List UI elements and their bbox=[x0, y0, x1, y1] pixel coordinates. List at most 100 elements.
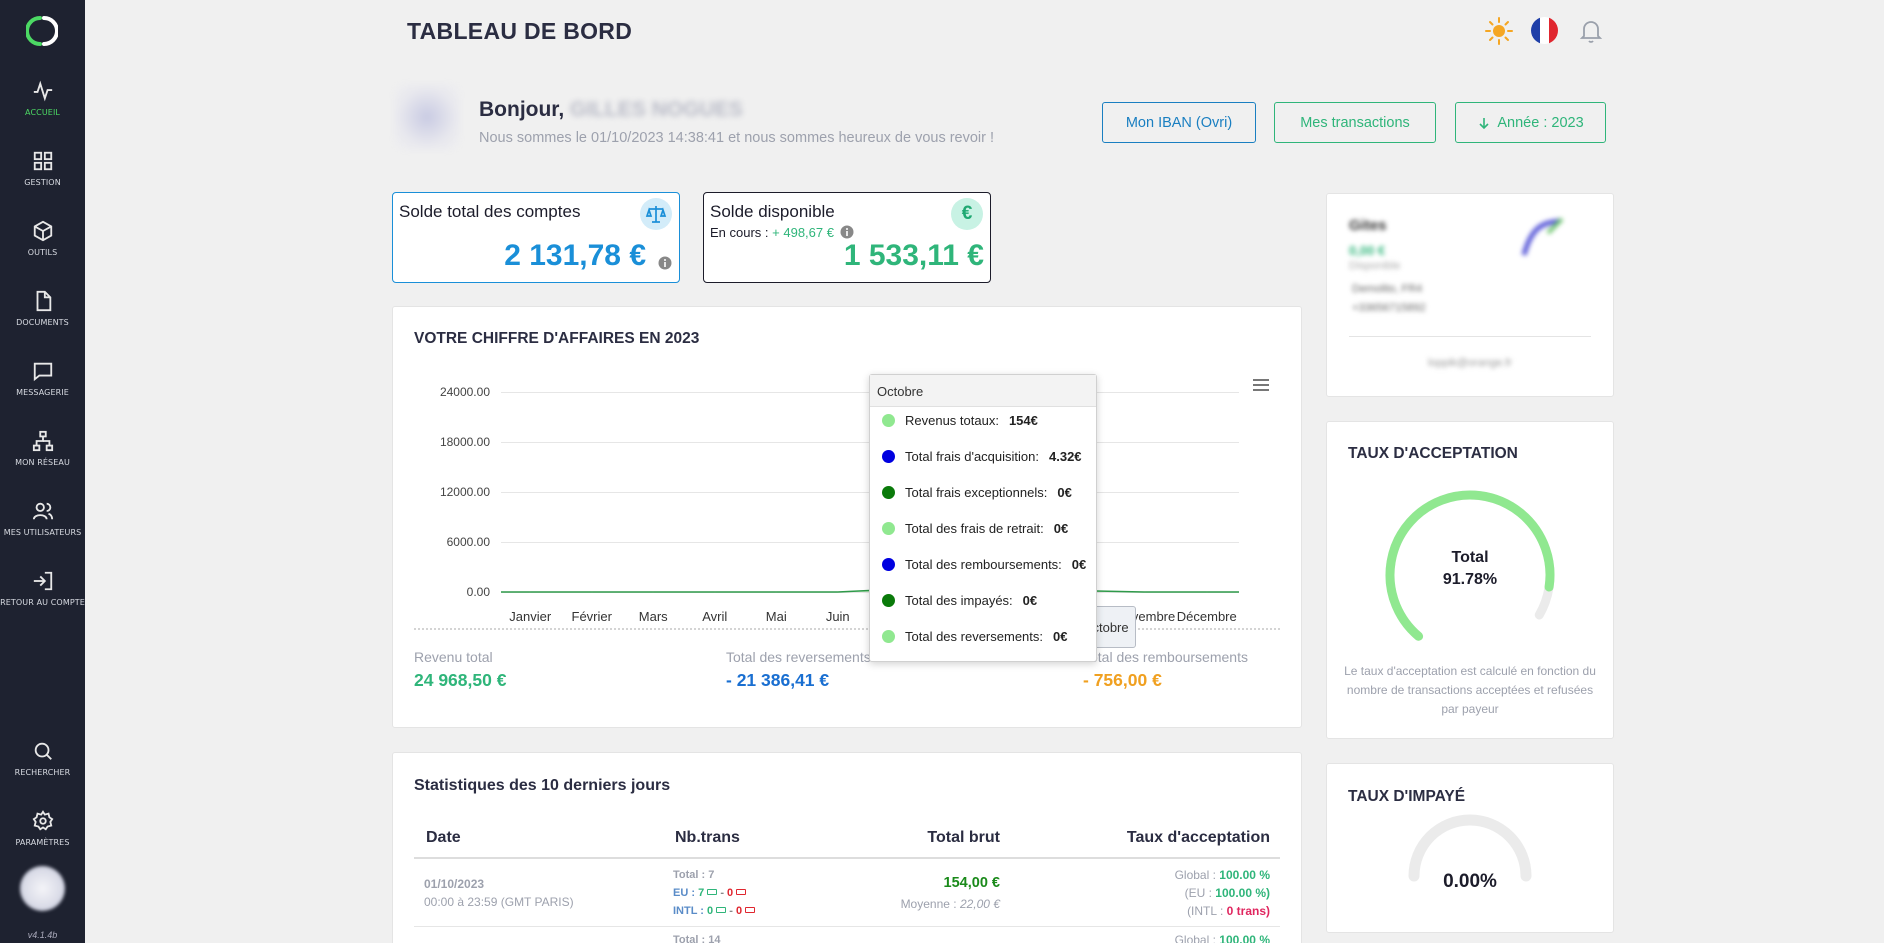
intl-ok: 0 bbox=[707, 905, 714, 917]
sidebar-item-label: ACCUEIL bbox=[25, 108, 60, 117]
available-balance-title: Solde disponible bbox=[710, 202, 835, 221]
transactions-button-label: Mes transactions bbox=[1300, 114, 1410, 131]
sidebar-item-messagerie[interactable]: MESSAGERIE bbox=[0, 360, 85, 397]
sidebar-item-label: RETOUR AU COMPTE bbox=[0, 598, 85, 607]
sidebar-item-gestion[interactable]: GESTION bbox=[0, 150, 85, 187]
y-tick-label: 0.00 bbox=[466, 585, 490, 599]
transactions-button[interactable]: Mes transactions bbox=[1274, 102, 1436, 143]
tooltip-row: Total des frais de retrait: 0€ bbox=[882, 521, 1068, 536]
sidebar-item-mon-reseau[interactable]: MON RÉSEAU bbox=[0, 430, 85, 467]
tooltip-label: Total frais d'acquisition: bbox=[905, 449, 1039, 464]
sidebar-item-accueil[interactable]: ACCUEIL bbox=[0, 80, 85, 117]
merchant-email: loppik@orange.fr bbox=[1428, 357, 1512, 369]
sidebar-item-label: GESTION bbox=[24, 178, 61, 187]
chart-divider bbox=[414, 628, 1280, 630]
bell-icon[interactable] bbox=[1576, 16, 1606, 46]
tooltip-value: 0€ bbox=[1053, 629, 1068, 644]
sidebar-item-retour-au-compte[interactable]: RETOUR AU COMPTE bbox=[0, 570, 85, 607]
sidebar-item-outils[interactable]: OUTILS bbox=[0, 220, 85, 257]
tooltip-row: Total des impayés: 0€ bbox=[882, 593, 1037, 608]
unpaid-value: 0.00% bbox=[1443, 871, 1497, 892]
greeting-hello: Bonjour, bbox=[479, 98, 565, 121]
iban-button[interactable]: Mon IBAN (Ovri) bbox=[1102, 102, 1256, 143]
grid-icon bbox=[33, 151, 52, 171]
series-dot bbox=[882, 522, 895, 535]
col-date: Date bbox=[426, 829, 461, 846]
eu-ko: 0 bbox=[727, 887, 734, 899]
global-label: Global : bbox=[1174, 868, 1216, 882]
row-eu-trans: EU : 7 - 0 bbox=[673, 887, 747, 899]
series-dot bbox=[882, 558, 895, 571]
tooltip-row: Total des reversements: 0€ bbox=[882, 629, 1067, 644]
sun-icon[interactable] bbox=[1484, 16, 1514, 46]
y-tick-label: 24000.00 bbox=[439, 385, 490, 399]
sidebar-item-label: RECHERCHER bbox=[14, 768, 71, 777]
french-flag-icon[interactable] bbox=[1531, 17, 1558, 44]
sidebar-item-mes-utilisateurs[interactable]: MES UTILISATEURS bbox=[0, 500, 85, 537]
unpaid-title: TAUX D'IMPAYÉ bbox=[1348, 788, 1466, 805]
intl-ko: 0 bbox=[736, 905, 743, 917]
tooltip-label: Total frais exceptionnels: bbox=[905, 485, 1048, 500]
sidebar-item-documents[interactable]: DOCUMENTS bbox=[0, 290, 85, 327]
row-global-rate: Global : 100.00 % bbox=[1070, 933, 1270, 943]
info-icon[interactable] bbox=[840, 225, 854, 239]
sidebar-item-parametres[interactable]: PARAMÈTRES bbox=[0, 810, 85, 847]
tooltip-row: Revenus totaux: 154€ bbox=[882, 413, 1038, 428]
intl-rate: 0 trans) bbox=[1226, 904, 1270, 918]
profile-picture bbox=[394, 84, 460, 150]
network-icon bbox=[32, 430, 53, 452]
tooltip-label: Total des reversements: bbox=[905, 629, 1044, 644]
tooltip-value: 4.32€ bbox=[1049, 449, 1082, 464]
total-balance-amount: 2 131,78 € bbox=[504, 239, 646, 272]
acceptance-note: Le taux d'acceptation est calculé en fon… bbox=[1344, 664, 1596, 716]
pending-label: En cours : bbox=[710, 225, 769, 240]
row-time: 00:00 à 23:59 (GMT PARIS) bbox=[424, 895, 574, 909]
eu-label: EU : bbox=[673, 887, 695, 899]
global-rate: 100.00 % bbox=[1219, 868, 1270, 882]
user-avatar[interactable] bbox=[20, 866, 65, 911]
summary-value: 24 968,50 € bbox=[414, 670, 507, 690]
sidebar-item-label: PARAMÈTRES bbox=[15, 838, 70, 847]
row-intl-trans: INTL : 0 - 0 bbox=[673, 905, 756, 917]
sidebar-item-rechercher[interactable]: RECHERCHER bbox=[0, 740, 85, 777]
row-divider bbox=[414, 926, 1280, 927]
acceptance-label: Total bbox=[1451, 549, 1489, 566]
series-dot bbox=[882, 486, 895, 499]
row-gross: 154,00 € bbox=[943, 875, 1000, 891]
table-header-divider bbox=[414, 857, 1280, 859]
page-title: TABLEAU DE BORD bbox=[407, 18, 633, 44]
card-icon bbox=[716, 907, 727, 913]
arrow-down-icon bbox=[1479, 117, 1489, 129]
pending-value: + 498,67 € bbox=[772, 225, 834, 240]
app-logo[interactable] bbox=[26, 14, 58, 48]
merchant-phone: +33656715892 bbox=[1352, 302, 1426, 314]
greeting-subtitle: Nous sommes le 01/10/2023 14:38:41 et no… bbox=[479, 130, 995, 146]
y-tick-label: 12000.00 bbox=[439, 485, 490, 499]
tooltip-label: Total des impayés: bbox=[905, 593, 1013, 608]
tooltip-label: Total des frais de retrait: bbox=[905, 521, 1044, 536]
card-icon bbox=[707, 889, 718, 895]
row-eu-rate: (EU : 100.00 %) bbox=[1070, 886, 1270, 900]
search-icon bbox=[34, 742, 52, 760]
scale-icon bbox=[640, 198, 672, 230]
eu-ok: 7 bbox=[698, 887, 705, 899]
year-selector-label: Année : 2023 bbox=[1497, 114, 1584, 131]
greeting: Bonjour, GILLES NOGUES bbox=[479, 98, 743, 122]
merchant-amount: 0,00 € bbox=[1349, 243, 1386, 258]
info-icon[interactable] bbox=[658, 256, 672, 270]
sidebar-item-label: MON RÉSEAU bbox=[15, 458, 70, 467]
series-dot bbox=[882, 594, 895, 607]
summary-label: Revenu total bbox=[414, 649, 493, 665]
intl-rate-label: (INTL : bbox=[1187, 904, 1224, 918]
merchant-address: Demolito, FR4 bbox=[1352, 283, 1423, 295]
y-tick-label: 18000.00 bbox=[439, 435, 490, 449]
login-icon bbox=[33, 571, 52, 591]
series-dot bbox=[882, 450, 895, 463]
chart-menu-icon[interactable] bbox=[1252, 378, 1270, 392]
sidebar-item-label: MES UTILISATEURS bbox=[3, 528, 82, 537]
row-date: 01/10/2023 bbox=[424, 877, 485, 891]
summary-label: Total des remboursements bbox=[1083, 649, 1248, 665]
summary-value: - 756,00 € bbox=[1083, 670, 1162, 690]
col-nb-trans: Nb.trans bbox=[675, 829, 740, 846]
year-selector-button[interactable]: Année : 2023 bbox=[1455, 102, 1606, 143]
